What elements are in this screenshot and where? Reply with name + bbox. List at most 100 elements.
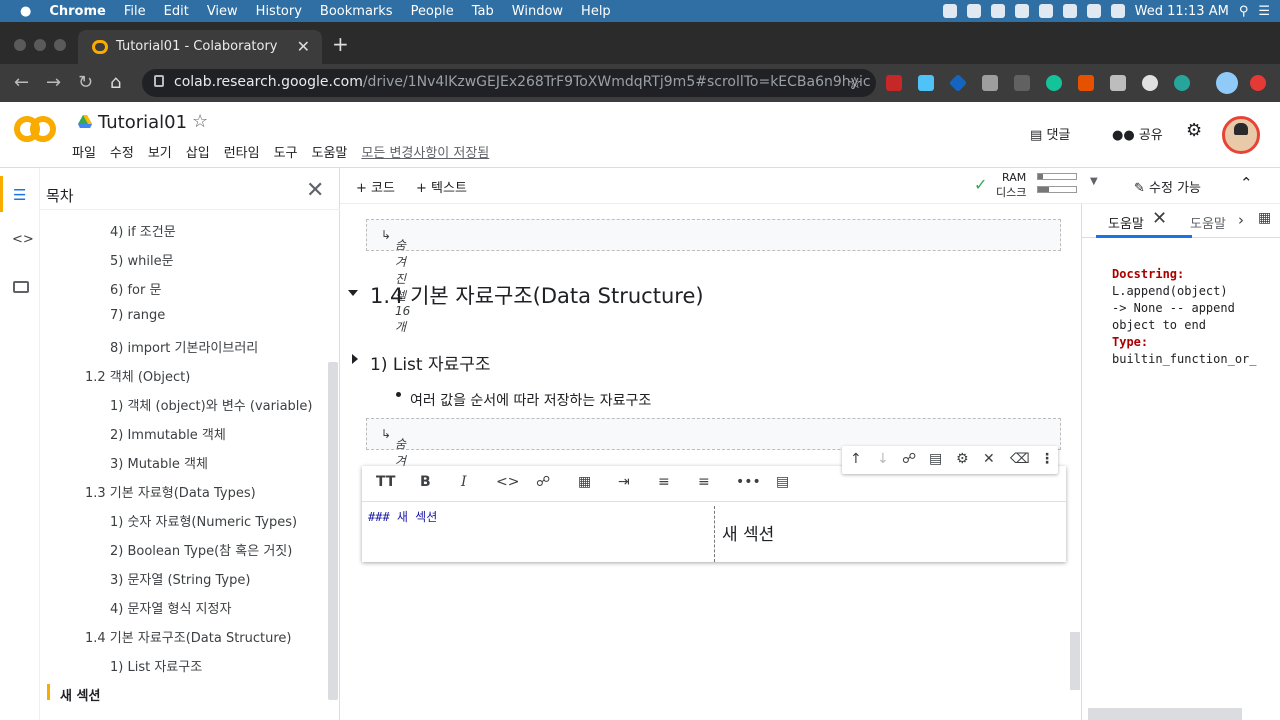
browser-tab[interactable]: Tutorial01 - Colaboratory ✕ [78,30,322,64]
extension-icon-3[interactable] [948,73,968,93]
volume-icon[interactable] [1110,4,1125,18]
horizontal-rule-icon[interactable]: ••• [736,474,761,490]
menu-help[interactable]: Help [581,4,611,19]
menu-bookmarks[interactable]: Bookmarks [320,4,393,19]
extension-icon-9[interactable] [1142,75,1158,91]
toc-item[interactable]: 6) for 문 [110,279,161,298]
chat-icon[interactable] [1014,4,1029,18]
more-options-icon[interactable]: ⋮ [1040,451,1054,467]
toc-item[interactable]: 1) 객체 (object)와 변수 (variable) [110,395,312,414]
help-horizontal-scrollbar[interactable] [1088,708,1242,720]
home-icon[interactable]: ⌂ [110,72,121,93]
menu-view[interactable]: View [207,4,238,19]
bookmark-star-icon[interactable]: ☆ [848,73,862,92]
move-up-icon[interactable]: ↑ [850,451,862,467]
edit-mode-button[interactable]: ✎ 수정 가능 [1134,177,1201,196]
markdown-source[interactable]: ### 새 섹션 [368,508,437,525]
cell-settings-icon[interactable]: ⚙ [956,451,969,467]
disk-meter[interactable] [1037,186,1077,193]
indent-icon[interactable]: ⇥ [618,474,630,490]
update-icon[interactable] [1250,75,1266,91]
menu-file[interactable]: File [124,4,146,19]
extension-icon-8[interactable] [1110,75,1126,91]
toc-item[interactable]: 8) import 기본라이브러리 [110,337,258,356]
files-folder-icon[interactable] [13,281,29,293]
menu-tab[interactable]: Tab [472,4,494,19]
settings-gear-icon[interactable]: ⚙ [1186,120,1202,141]
share-button[interactable]: ●● 공유 [1112,124,1163,143]
app-menu[interactable]: Chrome [49,4,106,19]
menu-list-icon[interactable]: ☰ [1258,4,1270,19]
back-icon[interactable]: ← [14,72,29,93]
close-tab-icon[interactable]: ✕ [297,37,310,56]
account-avatar[interactable] [1222,116,1260,154]
extension-icon-1[interactable] [886,75,902,91]
menu-colab-edit[interactable]: 수정 [110,142,134,161]
profile-avatar[interactable] [1216,72,1238,94]
search-icon[interactable]: ⚲ [1239,4,1249,19]
toc-item[interactable]: 4) 문자열 형식 지정자 [110,598,231,617]
text-cell-editor[interactable]: TT B I <> ☍ ▦ ⇥ ≡ ≡ ••• ▤ ### 새 섹션 새 섹션 [362,466,1066,562]
bulleted-list-icon[interactable]: ≡ [698,474,710,490]
input-source-icon[interactable] [1086,4,1101,18]
menu-colab-help[interactable]: 도움말 [312,142,348,161]
toc-item[interactable]: 1.3 기본 자료형(Data Types) [85,482,256,501]
vpn-icon[interactable] [1038,4,1053,18]
forward-icon[interactable]: → [46,72,61,93]
status-icon[interactable] [942,4,957,18]
toc-icon[interactable]: ☰ [13,186,26,204]
heading-format-icon[interactable]: TT [376,474,395,490]
menu-colab-runtime[interactable]: 런타임 [224,142,260,161]
delete-cell-icon[interactable]: ⌫ [1010,451,1030,467]
window-minimize-button[interactable] [34,39,46,51]
dropbox-extension-icon[interactable] [918,75,934,91]
bold-icon[interactable]: B [420,474,431,490]
menu-history[interactable]: History [256,4,302,19]
link-cell-icon[interactable]: ☍ [902,451,916,467]
extension-icon-4[interactable] [982,75,998,91]
menu-colab-insert[interactable]: 삽입 [186,142,210,161]
clock[interactable]: Wed 11:13 AM [1135,4,1229,19]
window-close-button[interactable] [14,39,26,51]
code-format-icon[interactable]: <> [496,474,519,490]
menu-edit[interactable]: Edit [164,4,189,19]
panel-layout-icon[interactable]: ▦ [1258,210,1271,226]
extension-icon-5[interactable] [1014,75,1030,91]
extension-icon-7[interactable] [1078,75,1094,91]
menu-colab-tools[interactable]: 도구 [274,142,298,161]
notebook-scrollbar[interactable] [1070,632,1080,690]
window-zoom-button[interactable] [54,39,66,51]
preview-layout-icon[interactable]: ▤ [776,474,789,490]
menu-people[interactable]: People [411,4,454,19]
tab-help-next[interactable]: 도움말 [1190,213,1226,232]
toc-item[interactable]: 1.2 객체 (Object) [85,366,190,385]
resources-dropdown-icon[interactable]: ▼ [1090,176,1098,187]
toc-item[interactable]: 2) Immutable 객체 [110,424,226,443]
toc-item-current[interactable]: 새 섹션 [60,685,100,704]
toc-item[interactable]: 5) while문 [110,250,174,269]
add-text-button[interactable]: + 텍스트 [416,177,467,196]
add-code-button[interactable]: + 코드 [356,177,395,196]
comment-button[interactable]: ▤ 댓글 [1030,124,1070,143]
colab-logo[interactable] [14,116,58,148]
close-help-tab-icon[interactable]: ✕ [1152,208,1167,229]
move-down-icon[interactable]: ↓ [877,451,889,467]
toc-item[interactable]: 4) if 조건문 [110,221,176,240]
tab-help-active[interactable]: 도움말 [1108,213,1144,232]
image-icon[interactable]: ▦ [578,474,591,490]
menu-colab-file[interactable]: 파일 [72,142,96,161]
apple-icon[interactable]: ● [20,4,31,19]
toc-item[interactable]: 1) List 자료구조 [110,656,202,675]
italic-icon[interactable]: I [461,474,467,490]
toc-item[interactable]: 1) 숫자 자료형(Numeric Types) [110,511,297,530]
numbered-list-icon[interactable]: ≡ [658,474,670,490]
expand-arrow-icon[interactable] [352,354,358,364]
sync-icon[interactable] [990,4,1005,18]
mirror-cell-icon[interactable]: ✕ [983,451,995,467]
toc-item[interactable]: 2) Boolean Type(참 혹은 거짓) [110,540,292,559]
drive-icon[interactable] [78,115,92,129]
menu-window[interactable]: Window [512,4,563,19]
reload-icon[interactable]: ↻ [78,72,93,93]
chevron-right-icon[interactable]: › [1238,211,1244,229]
notebook-title[interactable]: Tutorial01 [98,112,187,133]
